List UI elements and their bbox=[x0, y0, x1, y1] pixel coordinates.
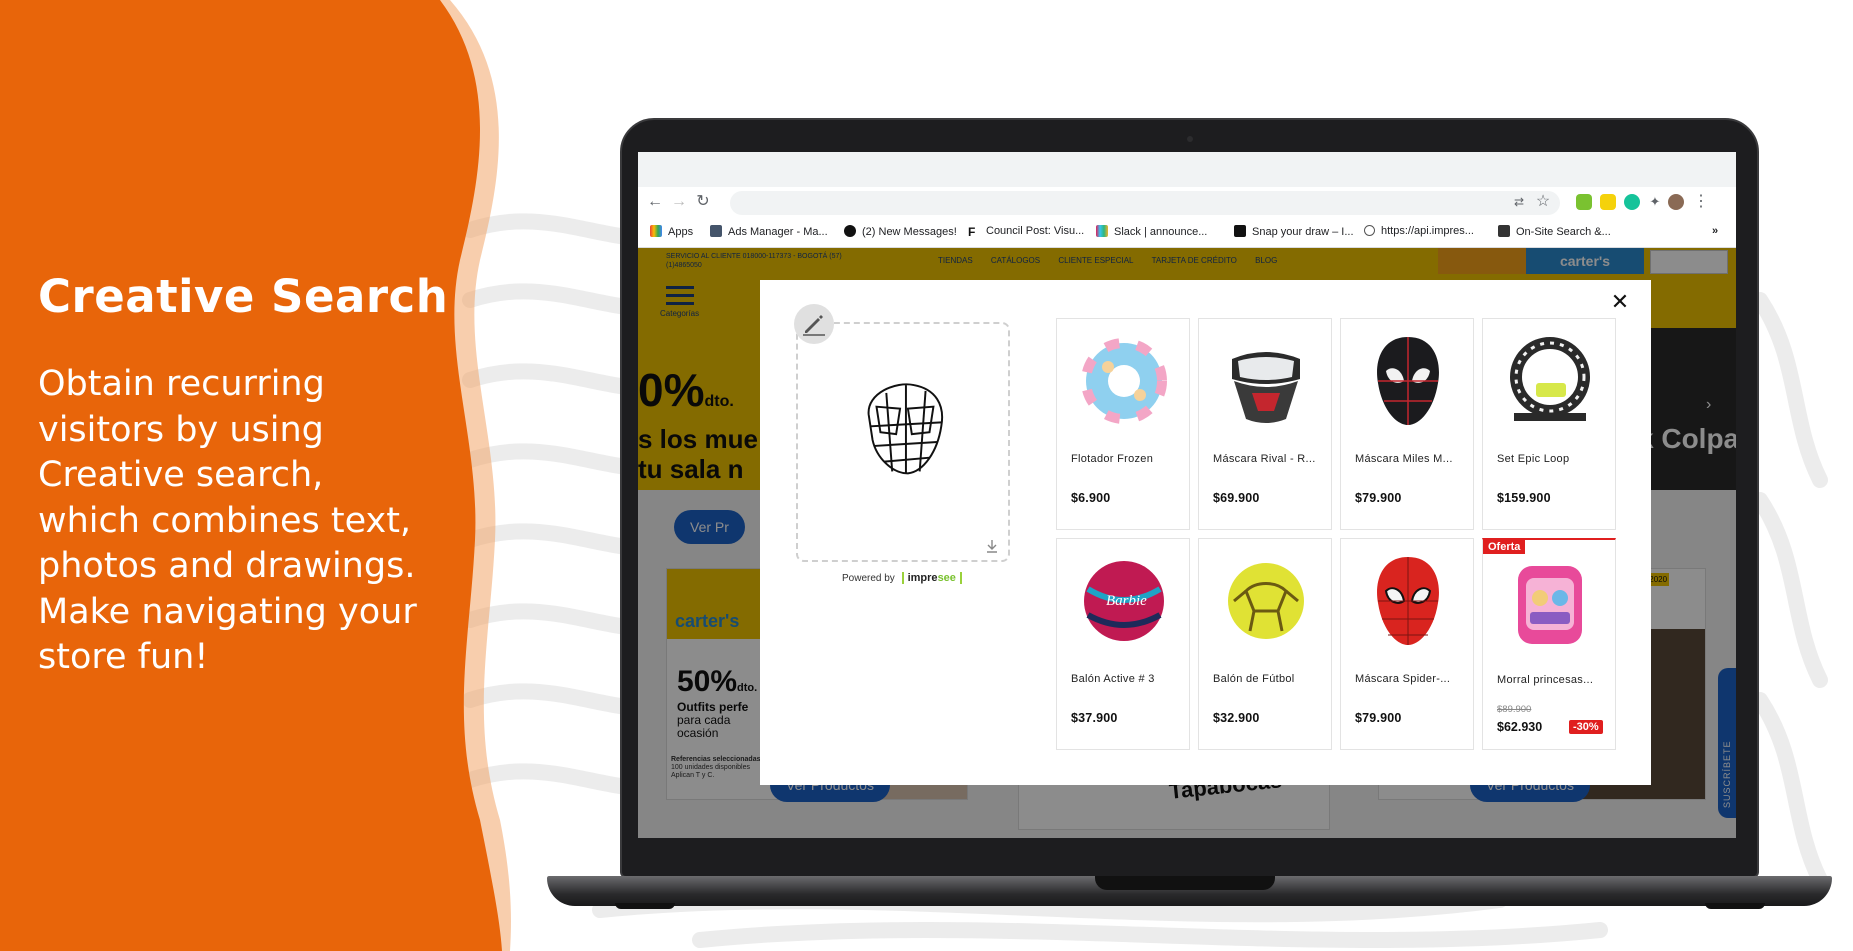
seo-icon bbox=[1498, 225, 1510, 237]
bookmark-slack[interactable]: Slack | announce... bbox=[1096, 225, 1207, 238]
download-icon[interactable] bbox=[984, 538, 1000, 554]
promo-line: which combines text, bbox=[38, 500, 412, 541]
product-price: $62.930 bbox=[1497, 720, 1543, 734]
offer-badge: Oferta bbox=[1483, 540, 1526, 554]
product-name: Balón de Fútbol bbox=[1213, 673, 1295, 685]
rival-mask-icon bbox=[1232, 352, 1300, 423]
miles-morales-mask-icon bbox=[1377, 337, 1439, 425]
promo-line: Creative search, bbox=[38, 455, 324, 495]
svg-text:Barbie: Barbie bbox=[1106, 593, 1147, 609]
forbes-icon: F bbox=[968, 226, 980, 238]
product-name: Balón Active # 3 bbox=[1071, 673, 1155, 685]
pencil-button[interactable] bbox=[794, 304, 834, 344]
drawing-canvas[interactable] bbox=[796, 322, 1010, 562]
product-name: Máscara Rival - R... bbox=[1213, 453, 1316, 465]
product-card[interactable]: Barbie Balón Active # 3 $37.900 bbox=[1056, 538, 1190, 750]
bookmark-messages[interactable]: (2) New Messages! bbox=[844, 225, 957, 238]
extension-icon[interactable] bbox=[1600, 194, 1616, 210]
product-card[interactable]: Máscara Spider-... $79.900 bbox=[1340, 538, 1474, 750]
product-card[interactable]: Máscara Rival - R... $69.900 bbox=[1198, 318, 1332, 530]
barbie-ball-icon: Barbie bbox=[1084, 561, 1164, 641]
product-price: $32.900 bbox=[1213, 711, 1260, 725]
messages-icon bbox=[844, 225, 856, 237]
extension-icon[interactable] bbox=[1576, 194, 1592, 210]
bookmark-snap-draw[interactable]: Snap your draw – I... bbox=[1234, 225, 1354, 238]
reload-icon[interactable]: ↻ bbox=[692, 191, 714, 213]
bookmark-council-post[interactable]: F Council Post: Visu... bbox=[968, 225, 1084, 238]
product-price: $159.900 bbox=[1497, 491, 1551, 505]
product-old-price: $89.900 bbox=[1497, 704, 1532, 715]
product-card[interactable]: Máscara Miles M... $79.900 bbox=[1340, 318, 1474, 530]
creative-search-modal: ✕ Powered by impresee Flotador Frozen $6… bbox=[760, 280, 1651, 785]
puzzle-icon[interactable]: ✦ bbox=[1644, 191, 1666, 213]
results-grid: Flotador Frozen $6.900 Máscara Rival - R… bbox=[1056, 318, 1632, 780]
bookmarks-bar: Apps Ads Manager - Ma... (2) New Message… bbox=[638, 219, 1736, 248]
promo-line: photos and drawings. bbox=[38, 546, 416, 586]
spiderman-mask-icon bbox=[1377, 557, 1439, 645]
laptop-notch bbox=[1095, 876, 1275, 890]
product-price: $69.900 bbox=[1213, 491, 1260, 505]
ads-manager-icon bbox=[710, 225, 722, 237]
bookmarks-more[interactable]: » bbox=[1712, 225, 1718, 237]
powered-by: Powered by impresee bbox=[842, 572, 962, 584]
soccer-ball-icon bbox=[1228, 563, 1304, 639]
bookmark-onsite-search[interactable]: On-Site Search &... bbox=[1498, 225, 1611, 238]
promo-line: Make navigating your bbox=[38, 591, 417, 632]
globe-icon bbox=[1364, 225, 1375, 236]
product-name: Máscara Spider-... bbox=[1355, 673, 1451, 685]
address-bar[interactable] bbox=[730, 191, 1560, 215]
promo-line: visitors by using bbox=[38, 409, 324, 450]
browser-toolbar: ← → ↻ ⇄ ☆ ✦ ⋮ bbox=[638, 187, 1736, 219]
product-name: Set Epic Loop bbox=[1497, 453, 1570, 465]
discount-badge: -30% bbox=[1569, 720, 1603, 734]
snap-draw-icon bbox=[1234, 225, 1246, 237]
forward-arrow-icon[interactable]: → bbox=[668, 191, 690, 213]
product-card[interactable]: Flotador Frozen $6.900 bbox=[1056, 318, 1190, 530]
impresee-logo: impresee bbox=[901, 572, 962, 584]
bookmark-api-impresee[interactable]: https://api.impres... bbox=[1364, 225, 1474, 237]
laptop-foot bbox=[615, 903, 675, 909]
promo-description: Obtain recurring visitors by using Creat… bbox=[38, 362, 458, 681]
princess-backpack-icon bbox=[1518, 566, 1582, 644]
translate-icon[interactable]: ⇄ bbox=[1508, 191, 1530, 213]
promo-title: Creative Search bbox=[38, 270, 449, 323]
pencil-icon bbox=[803, 315, 825, 336]
product-price: $6.900 bbox=[1071, 491, 1111, 505]
product-name: Máscara Miles M... bbox=[1355, 453, 1453, 465]
back-arrow-icon[interactable]: ← bbox=[644, 191, 666, 213]
product-price: $79.900 bbox=[1355, 491, 1402, 505]
loop-track-icon bbox=[1510, 337, 1590, 421]
spiderman-sketch-icon bbox=[867, 383, 944, 475]
product-name: Morral princesas... bbox=[1497, 674, 1594, 686]
product-name: Flotador Frozen bbox=[1071, 453, 1154, 465]
star-icon[interactable]: ☆ bbox=[1532, 191, 1554, 213]
product-card[interactable]: Oferta Morral princesas... $89.900 $62.9… bbox=[1482, 538, 1616, 750]
promo-line: store fun! bbox=[38, 637, 209, 677]
product-price: $37.900 bbox=[1071, 711, 1118, 725]
product-card[interactable]: Set Epic Loop $159.900 bbox=[1482, 318, 1616, 530]
laptop-foot bbox=[1705, 903, 1765, 909]
avatar[interactable] bbox=[1668, 194, 1684, 210]
product-card[interactable]: Balón de Fútbol $32.900 bbox=[1198, 538, 1332, 750]
swim-ring-icon bbox=[1081, 338, 1167, 424]
slack-icon bbox=[1096, 225, 1108, 237]
kebab-menu-icon[interactable]: ⋮ bbox=[1690, 191, 1712, 213]
grammarly-icon[interactable] bbox=[1624, 194, 1640, 210]
product-price: $79.900 bbox=[1355, 711, 1402, 725]
camera-icon bbox=[1187, 136, 1193, 142]
bookmark-ads-manager[interactable]: Ads Manager - Ma... bbox=[710, 225, 828, 238]
promo-line: Obtain recurring bbox=[38, 364, 325, 404]
close-icon[interactable]: ✕ bbox=[1608, 290, 1632, 314]
bookmark-apps[interactable]: Apps bbox=[650, 225, 693, 238]
apps-grid-icon bbox=[650, 225, 662, 237]
